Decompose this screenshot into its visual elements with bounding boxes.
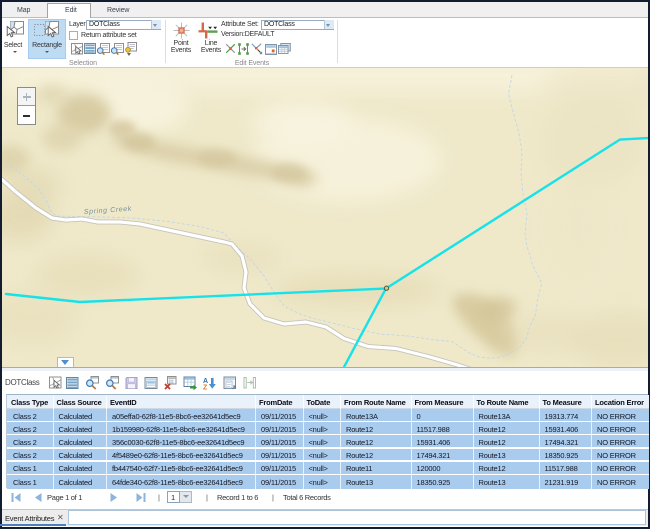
svg-text:Z: Z bbox=[203, 385, 208, 391]
